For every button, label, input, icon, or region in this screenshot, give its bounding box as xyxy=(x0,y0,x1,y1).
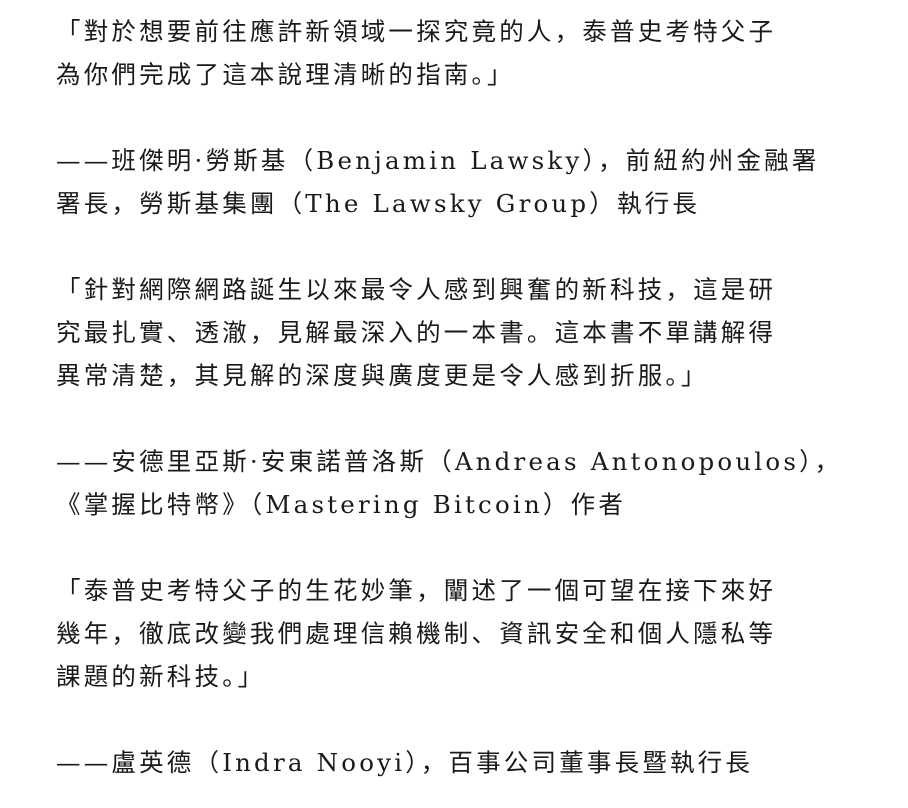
text-line: 署長，勞斯基集團（The Lawsky Group）執行長 xyxy=(56,189,701,218)
text-line: 課題的新科技。」 xyxy=(56,662,266,691)
text-line: 為你們完成了這本說理清晰的指南。」 xyxy=(56,60,515,89)
text-line: 異常清楚，其見解的深度與廣度更是令人感到折服。」 xyxy=(56,361,709,390)
text-line: 幾年，徹底改變我們處理信賴機制、資訊安全和個人隱私等 xyxy=(56,619,777,648)
quote-lawsky: 「對於想要前往應許新領域一探究竟的人，泰普史考特父子 為你們完成了這本說理清晰的… xyxy=(56,10,868,96)
text-line: ——安德里亞斯·安東諾普洛斯（Andreas Antonopoulos）， xyxy=(56,447,843,476)
text-line: 「泰普史考特父子的生花妙筆，闡述了一個可望在接下來好 xyxy=(56,576,777,605)
text-line: ——班傑明·勞斯基（Benjamin Lawsky），前紐約州金融署 xyxy=(56,146,820,175)
attribution-nooyi: ——盧英德（Indra Nooyi），百事公司董事長暨執行長 xyxy=(56,741,868,784)
text-line: 《掌握比特幣》（Mastering Bitcoin）作者 xyxy=(56,490,627,519)
text-line: 「針對網際網路誕生以來最令人感到興奮的新科技，這是研 xyxy=(56,275,777,304)
attribution-antonopoulos: ——安德里亞斯·安東諾普洛斯（Andreas Antonopoulos）， 《掌… xyxy=(56,440,868,526)
text-line: ——盧英德（Indra Nooyi），百事公司董事長暨執行長 xyxy=(56,748,754,777)
quote-antonopoulos: 「針對網際網路誕生以來最令人感到興奮的新科技，這是研 究最扎實、透澈，見解最深入… xyxy=(56,268,868,397)
text-line: 究最扎實、透澈，見解最深入的一本書。這本書不單講解得 xyxy=(56,318,777,347)
quote-nooyi: 「泰普史考特父子的生花妙筆，闡述了一個可望在接下來好 幾年，徹底改變我們處理信賴… xyxy=(56,569,868,698)
document-page: 「對於想要前往應許新領域一探究竟的人，泰普史考特父子 為你們完成了這本說理清晰的… xyxy=(56,10,868,784)
text-line: 「對於想要前往應許新領域一探究竟的人，泰普史考特父子 xyxy=(56,17,777,46)
attribution-lawsky: ——班傑明·勞斯基（Benjamin Lawsky），前紐約州金融署 署長，勞斯… xyxy=(56,139,868,225)
